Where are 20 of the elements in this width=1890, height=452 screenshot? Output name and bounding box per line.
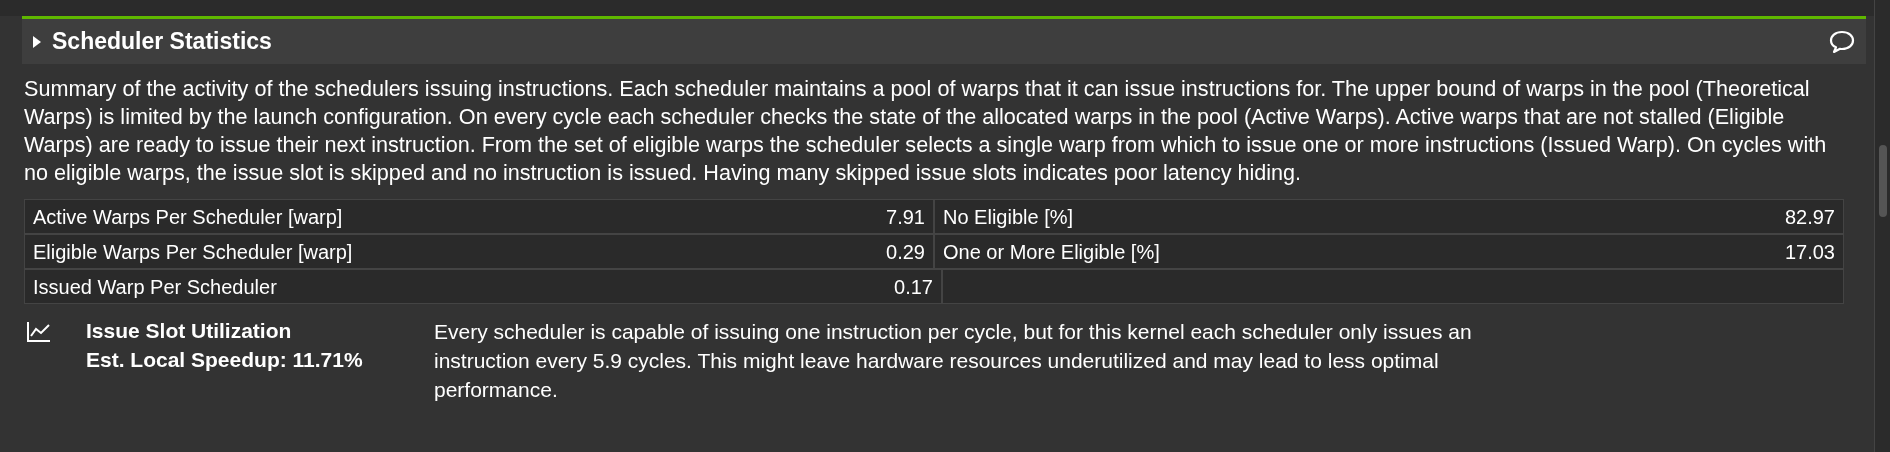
metric-label: Active Warps Per Scheduler [warp] — [33, 204, 343, 230]
metric-value: 17.03 — [1784, 239, 1835, 265]
comment-icon[interactable] — [1828, 28, 1856, 55]
metric-label: Issued Warp Per Scheduler — [33, 274, 277, 300]
scrollbar-thumb[interactable] — [1878, 145, 1887, 217]
finding-title: Issue Slot Utilization — [86, 318, 293, 344]
metric-label: One or More Eligible [%] — [943, 239, 1160, 265]
metric-label: No Eligible [%] — [943, 204, 1074, 230]
metric-value: 0.29 — [886, 239, 925, 265]
finding-text: Every scheduler is capable of issuing one instruction per cycle, but for this kernel each scheduler only issues an instruction every 5.9 cycles. This might leave hardware resources underutilized and may lead to less optimal performance. — [434, 319, 1473, 403]
metric-value: 0.17 — [894, 274, 933, 300]
line-chart-icon — [26, 320, 52, 344]
metric-label: Eligible Warps Per Scheduler [warp] — [33, 239, 353, 265]
section-description: Summary of the activity of the schedulers issuing instructions. Each scheduler maintains a pool of warps that it can issue instructions for. The upper bound of warps in the pool (Theoretical Warps) is limited by the launch configuration. On every cycle each scheduler checks the state of the allocated warps in the pool (Active Warps). Active warps that are not stalled (Eligible Warps) are ready to issue their next instruction. From the set of eligible warps the scheduler selects a single warp from which to issue one or more instructions (Issued Warp). On cycles with no eligible warps, the issue slot is skipped and no instruction is issued. Having many skipped issue slots indicates poor latency hiding. — [23, 75, 1828, 187]
scrollbar[interactable] — [1874, 0, 1890, 452]
section-header[interactable]: Scheduler Statistics — [22, 16, 1866, 64]
speedup-estimate: Est. Local Speedup: 11.71% — [86, 347, 364, 373]
metric-value: 7.91 — [886, 204, 925, 230]
section-title: Scheduler Statistics — [52, 27, 273, 57]
metric-value: 82.97 — [1784, 204, 1835, 230]
